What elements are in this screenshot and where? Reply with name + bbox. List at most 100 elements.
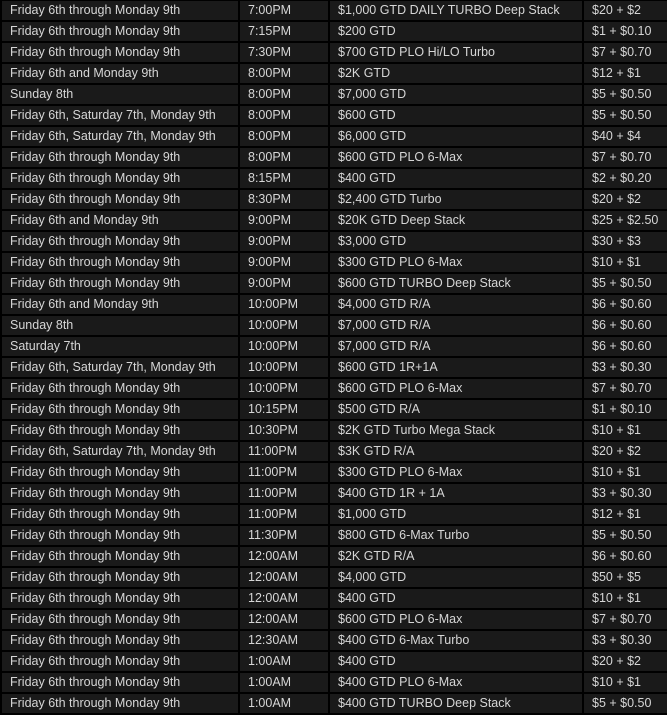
table-row: Friday 6th through Monday 9th 12:00AM $4,0…: [2, 568, 667, 587]
schedule-event-cell: $600 GTD PLO 6-Max: [330, 379, 582, 398]
table-row: Saturday 7th 10:00PM $7,000 GTD R/A $6 + $0…: [2, 337, 667, 356]
schedule-buyin-cell: $3 + $0.30: [584, 631, 667, 650]
table-row: Friday 6th through Monday 9th 11:00PM $300…: [2, 463, 667, 482]
table-row: Friday 6th through Monday 9th 10:15PM $500…: [2, 400, 667, 419]
table-row: Friday 6th through Monday 9th 10:30PM $2K …: [2, 421, 667, 440]
table-row: Friday 6th through Monday 9th 8:30PM $2,40…: [2, 190, 667, 209]
schedule-event-cell: $600 GTD PLO 6-Max: [330, 148, 582, 167]
schedule-days-cell: Friday 6th, Saturday 7th, Monday 9th: [2, 358, 238, 377]
schedule-days-cell: Friday 6th through Monday 9th: [2, 43, 238, 62]
schedule-days-cell: Friday 6th through Monday 9th: [2, 694, 238, 713]
schedule-buyin-cell: $7 + $0.70: [584, 148, 667, 167]
schedule-days-cell: Friday 6th through Monday 9th: [2, 610, 238, 629]
table-row: Friday 6th through Monday 9th 12:00AM $2K …: [2, 547, 667, 566]
schedule-time-cell: 1:00AM: [240, 694, 328, 713]
schedule-buyin-cell: $20 + $2: [584, 652, 667, 671]
schedule-time-cell: 1:00AM: [240, 652, 328, 671]
table-row: Friday 6th through Monday 9th 9:00PM $300 …: [2, 253, 667, 272]
schedule-time-cell: 12:00AM: [240, 589, 328, 608]
schedule-time-cell: 8:00PM: [240, 106, 328, 125]
schedule-buyin-cell: $2 + $0.20: [584, 169, 667, 188]
schedule-buyin-cell: $1 + $0.10: [584, 22, 667, 41]
table-row: Friday 6th through Monday 9th 10:00PM $600…: [2, 379, 667, 398]
schedule-event-cell: $800 GTD 6-Max Turbo: [330, 526, 582, 545]
schedule-event-cell: $500 GTD R/A: [330, 400, 582, 419]
schedule-event-cell: $3,000 GTD: [330, 232, 582, 251]
schedule-days-cell: Friday 6th through Monday 9th: [2, 505, 238, 524]
schedule-buyin-cell: $3 + $0.30: [584, 484, 667, 503]
schedule-time-cell: 11:00PM: [240, 463, 328, 482]
schedule-buyin-cell: $10 + $1: [584, 589, 667, 608]
schedule-event-cell: $300 GTD PLO 6-Max: [330, 463, 582, 482]
schedule-time-cell: 8:00PM: [240, 148, 328, 167]
schedule-buyin-cell: $6 + $0.60: [584, 547, 667, 566]
schedule-time-cell: 7:30PM: [240, 43, 328, 62]
schedule-days-cell: Sunday 8th: [2, 316, 238, 335]
schedule-days-cell: Friday 6th through Monday 9th: [2, 148, 238, 167]
schedule-time-cell: 7:00PM: [240, 1, 328, 20]
schedule-time-cell: 12:00AM: [240, 568, 328, 587]
schedule-time-cell: 8:00PM: [240, 127, 328, 146]
schedule-time-cell: 9:00PM: [240, 232, 328, 251]
schedule-days-cell: Friday 6th and Monday 9th: [2, 211, 238, 230]
schedule-time-cell: 11:30PM: [240, 526, 328, 545]
schedule-time-cell: 10:30PM: [240, 421, 328, 440]
schedule-days-cell: Friday 6th through Monday 9th: [2, 274, 238, 293]
schedule-event-cell: $4,000 GTD: [330, 568, 582, 587]
schedule-days-cell: Friday 6th through Monday 9th: [2, 1, 238, 20]
schedule-buyin-cell: $30 + $3: [584, 232, 667, 251]
schedule-buyin-cell: $20 + $2: [584, 442, 667, 461]
schedule-days-cell: Friday 6th through Monday 9th: [2, 463, 238, 482]
schedule-buyin-cell: $12 + $1: [584, 64, 667, 83]
schedule-time-cell: 8:00PM: [240, 85, 328, 104]
schedule-event-cell: $400 GTD TURBO Deep Stack: [330, 694, 582, 713]
schedule-buyin-cell: $5 + $0.50: [584, 694, 667, 713]
schedule-event-cell: $2K GTD Turbo Mega Stack: [330, 421, 582, 440]
table-row: Friday 6th through Monday 9th 9:00PM $600 …: [2, 274, 667, 293]
schedule-event-cell: $400 GTD: [330, 169, 582, 188]
schedule-event-cell: $400 GTD PLO 6-Max: [330, 673, 582, 692]
table-row: Friday 6th through Monday 9th 1:00AM $400 …: [2, 673, 667, 692]
table-row: Friday 6th through Monday 9th 1:00AM $400 …: [2, 694, 667, 713]
table-row: Friday 6th and Monday 9th 9:00PM $20K GTD …: [2, 211, 667, 230]
schedule-days-cell: Sunday 8th: [2, 85, 238, 104]
schedule-event-cell: $200 GTD: [330, 22, 582, 41]
schedule-days-cell: Friday 6th, Saturday 7th, Monday 9th: [2, 106, 238, 125]
schedule-days-cell: Friday 6th through Monday 9th: [2, 253, 238, 272]
schedule-buyin-cell: $20 + $2: [584, 1, 667, 20]
schedule-event-cell: $7,000 GTD R/A: [330, 316, 582, 335]
schedule-event-cell: $7,000 GTD R/A: [330, 337, 582, 356]
schedule-buyin-cell: $10 + $1: [584, 463, 667, 482]
schedule-days-cell: Friday 6th through Monday 9th: [2, 421, 238, 440]
schedule-days-cell: Friday 6th through Monday 9th: [2, 169, 238, 188]
schedule-days-cell: Friday 6th through Monday 9th: [2, 526, 238, 545]
schedule-days-cell: Saturday 7th: [2, 337, 238, 356]
schedule-days-cell: Friday 6th through Monday 9th: [2, 190, 238, 209]
schedule-days-cell: Friday 6th and Monday 9th: [2, 64, 238, 83]
schedule-event-cell: $1,000 GTD: [330, 505, 582, 524]
schedule-days-cell: Friday 6th through Monday 9th: [2, 547, 238, 566]
schedule-days-cell: Friday 6th through Monday 9th: [2, 589, 238, 608]
schedule-event-cell: $400 GTD: [330, 589, 582, 608]
schedule-time-cell: 7:15PM: [240, 22, 328, 41]
schedule-days-cell: Friday 6th through Monday 9th: [2, 400, 238, 419]
table-row: Friday 6th, Saturday 7th, Monday 9th 8:00…: [2, 106, 667, 125]
table-row: Friday 6th, Saturday 7th, Monday 9th 8:00…: [2, 127, 667, 146]
schedule-buyin-cell: $10 + $1: [584, 421, 667, 440]
schedule-event-cell: $400 GTD 1R + 1A: [330, 484, 582, 503]
schedule-event-cell: $2K GTD R/A: [330, 547, 582, 566]
schedule-event-cell: $700 GTD PLO Hi/LO Turbo: [330, 43, 582, 62]
schedule-event-cell: $20K GTD Deep Stack: [330, 211, 582, 230]
schedule-event-cell: $4,000 GTD R/A: [330, 295, 582, 314]
schedule-buyin-cell: $10 + $1: [584, 673, 667, 692]
table-row: Friday 6th through Monday 9th 11:30PM $800…: [2, 526, 667, 545]
table-row: Friday 6th through Monday 9th 7:30PM $700 …: [2, 43, 667, 62]
schedule-days-cell: Friday 6th, Saturday 7th, Monday 9th: [2, 127, 238, 146]
schedule-time-cell: 11:00PM: [240, 442, 328, 461]
schedule-time-cell: 10:00PM: [240, 358, 328, 377]
table-row: Sunday 8th 8:00PM $7,000 GTD $5 + $0.50: [2, 85, 667, 104]
schedule-days-cell: Friday 6th through Monday 9th: [2, 673, 238, 692]
table-row: Friday 6th through Monday 9th 12:00AM $600…: [2, 610, 667, 629]
schedule-event-cell: $600 GTD 1R+1A: [330, 358, 582, 377]
schedule-event-cell: $1,000 GTD DAILY TURBO Deep Stack: [330, 1, 582, 20]
